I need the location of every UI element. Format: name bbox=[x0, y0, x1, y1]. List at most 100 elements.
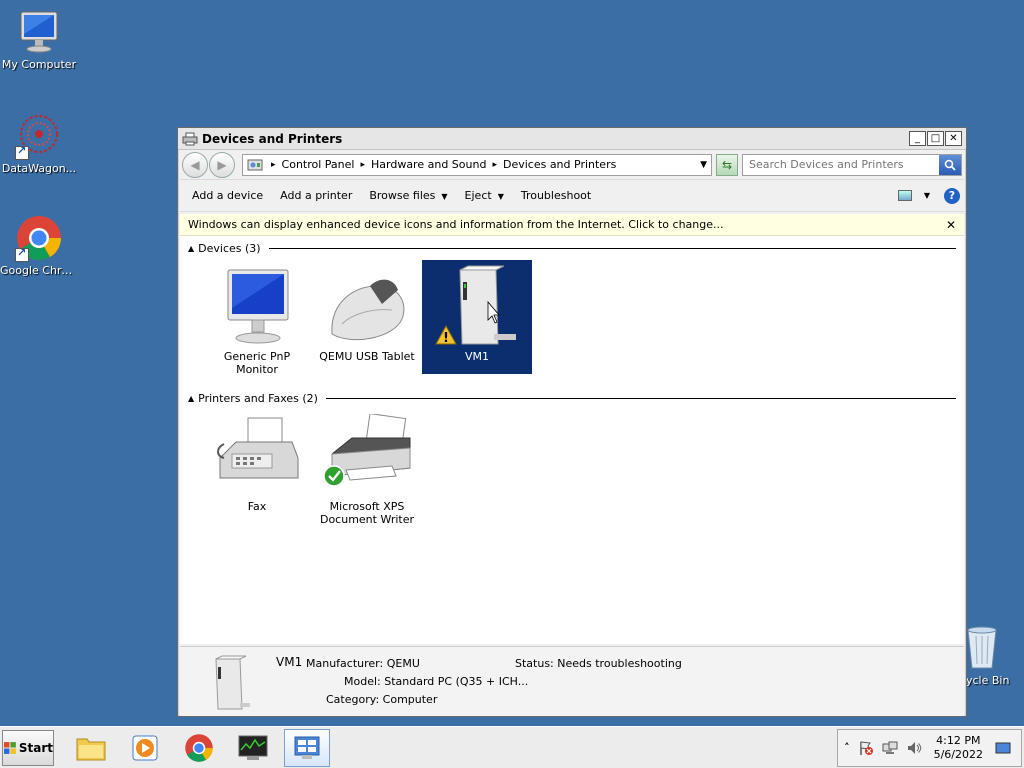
printer-item-microsoft-xps-document-writer[interactable]: Microsoft XPS Document Writer bbox=[312, 410, 422, 526]
group-header-printers-and-faxes[interactable]: ▲ Printers and Faxes (2) bbox=[180, 386, 964, 410]
show-desktop-icon[interactable] bbox=[995, 740, 1011, 756]
breadcrumb-separator-icon[interactable]: ▸ bbox=[360, 160, 365, 170]
detail-model: Model: Standard PC (Q35 + ICH... bbox=[344, 675, 528, 688]
detail-status: Status: Needs troubleshooting bbox=[515, 657, 682, 670]
maximize-button[interactable]: □ bbox=[927, 131, 944, 146]
shortcut-arrow-icon bbox=[15, 246, 29, 262]
computer-tower-icon: ! bbox=[432, 264, 522, 348]
group-header-devices[interactable]: ▲ Devices (3) bbox=[180, 236, 964, 260]
detail-label: Category: bbox=[326, 693, 380, 706]
eject-label: Eject bbox=[464, 189, 492, 202]
desktop-icon-my-computer[interactable]: My Computer bbox=[0, 8, 78, 71]
printer-item-fax[interactable]: Fax bbox=[202, 410, 312, 524]
desktop-icon-label: My Computer bbox=[1, 58, 77, 71]
eject-button[interactable]: Eject ▼ bbox=[457, 185, 512, 206]
breadcrumb-control-panel[interactable]: Control Panel bbox=[282, 158, 355, 171]
change-view-icon[interactable] bbox=[897, 190, 912, 201]
search-box[interactable] bbox=[742, 153, 962, 176]
refresh-button[interactable]: ⇆ bbox=[716, 153, 738, 176]
collapse-caret-icon: ▲ bbox=[188, 243, 195, 253]
desktop-icon-datawagon[interactable]: DataWagon... bbox=[0, 112, 78, 175]
detail-value: Needs troubleshooting bbox=[557, 657, 682, 670]
back-arrow-icon: ◀ bbox=[190, 157, 200, 172]
group-divider bbox=[268, 247, 956, 249]
media-player-icon bbox=[132, 735, 158, 760]
my-computer-icon bbox=[15, 8, 63, 56]
taskbar-media-player-button[interactable] bbox=[122, 729, 168, 767]
device-label: Generic PnP Monitor bbox=[223, 350, 291, 376]
chevron-down-icon: ▼ bbox=[441, 192, 448, 201]
search-input[interactable] bbox=[743, 158, 939, 171]
printers-list: Fax Microsoft XPS Document Writer bbox=[180, 410, 964, 536]
breadcrumb-hardware-and-sound[interactable]: Hardware and Sound bbox=[371, 158, 486, 171]
group-title: Printers and Faxes (2) bbox=[198, 391, 318, 405]
detail-value: Computer bbox=[382, 693, 438, 706]
taskbar-devices-and-printers-button[interactable] bbox=[284, 728, 330, 767]
breadcrumb-separator-icon[interactable]: ▸ bbox=[492, 160, 497, 170]
title-bar[interactable]: Devices and Printers _ □ ✕ bbox=[178, 128, 966, 150]
back-button[interactable]: ◀ bbox=[182, 151, 208, 178]
search-button[interactable] bbox=[939, 154, 961, 175]
close-button[interactable]: ✕ bbox=[945, 131, 962, 146]
taskbar: Start ˄ 4:12 PM 5/6/2022 bbox=[0, 726, 1024, 768]
printer-label: Fax bbox=[247, 500, 267, 513]
fax-icon bbox=[212, 414, 302, 498]
printer-label: Microsoft XPS Document Writer bbox=[319, 500, 415, 526]
detail-manufacturer: Manufacturer: QEMU bbox=[306, 657, 420, 670]
datawagon-icon bbox=[15, 112, 63, 160]
taskbar-explorer-button[interactable] bbox=[68, 729, 114, 767]
device-item-vm1[interactable]: ! VM1 bbox=[422, 260, 532, 374]
device-item-qemu-usb-tablet[interactable]: QEMU USB Tablet bbox=[312, 260, 422, 374]
desktop-icon-google-chrome[interactable]: Google Chrome bbox=[0, 214, 78, 277]
clock-time: 4:12 PM bbox=[936, 733, 981, 747]
taskbar-chrome-button[interactable] bbox=[176, 729, 222, 767]
detail-value: Standard PC (Q35 + ICH... bbox=[384, 675, 529, 688]
close-icon: ✕ bbox=[949, 132, 958, 144]
refresh-icon: ⇆ bbox=[721, 157, 733, 172]
information-bar[interactable]: Windows can display enhanced device icon… bbox=[180, 214, 964, 236]
minimize-icon: _ bbox=[915, 132, 920, 144]
browse-files-label: Browse files bbox=[369, 189, 436, 202]
start-button[interactable]: Start bbox=[2, 729, 54, 766]
clock-date: 5/6/2022 bbox=[933, 747, 983, 761]
add-printer-button[interactable]: Add a printer bbox=[272, 185, 360, 206]
devices-list: Generic PnP Monitor QEMU USB Tablet ! VM… bbox=[180, 260, 964, 386]
detail-value: QEMU bbox=[386, 657, 420, 670]
details-pane: VM1 Manufacturer: QEMU Model: Standard P… bbox=[180, 646, 964, 716]
maximize-icon: □ bbox=[930, 132, 941, 144]
breadcrumb-devices-and-printers[interactable]: Devices and Printers bbox=[503, 158, 616, 171]
infobar-close-icon[interactable]: ✕ bbox=[946, 218, 956, 232]
action-center-flag-icon[interactable] bbox=[858, 740, 874, 756]
monitor-icon bbox=[212, 264, 302, 348]
group-divider bbox=[325, 397, 956, 399]
printer-window-icon bbox=[182, 132, 198, 145]
clock[interactable]: 4:12 PM 5/6/2022 bbox=[934, 734, 983, 762]
windows-flag-icon bbox=[3, 741, 16, 754]
volume-icon[interactable] bbox=[906, 740, 922, 756]
detail-label: Model: bbox=[344, 675, 381, 688]
minimize-button[interactable]: _ bbox=[909, 131, 926, 146]
network-icon[interactable] bbox=[882, 740, 898, 756]
help-button[interactable]: ? bbox=[944, 187, 960, 204]
system-tray: ˄ 4:12 PM 5/6/2022 bbox=[837, 728, 1022, 767]
control-panel-icon bbox=[247, 159, 263, 170]
start-label: Start bbox=[18, 740, 53, 755]
shortcut-arrow-icon bbox=[15, 144, 29, 160]
computer-tower-icon bbox=[208, 655, 252, 711]
chrome-icon bbox=[15, 214, 63, 262]
browse-files-button[interactable]: Browse files ▼ bbox=[361, 185, 455, 206]
more-views-chevron-icon[interactable]: ▼ bbox=[924, 191, 930, 200]
device-label: VM1 bbox=[464, 350, 489, 363]
taskbar-task-manager-button[interactable] bbox=[230, 729, 276, 767]
address-bar[interactable]: ▸ Control Panel ▸ Hardware and Sound ▸ D… bbox=[242, 153, 712, 176]
forward-arrow-icon: ▶ bbox=[217, 157, 227, 172]
add-device-button[interactable]: Add a device bbox=[184, 185, 271, 206]
chrome-icon bbox=[185, 733, 213, 762]
show-hidden-icons-button[interactable]: ˄ bbox=[844, 741, 850, 754]
forward-button[interactable]: ▶ bbox=[209, 151, 235, 178]
address-history-dropdown-icon[interactable]: ▼ bbox=[700, 160, 707, 170]
detail-label: Manufacturer: bbox=[306, 657, 384, 670]
device-item-generic-pnp-monitor[interactable]: Generic PnP Monitor bbox=[202, 260, 312, 376]
troubleshoot-button[interactable]: Troubleshoot bbox=[513, 185, 599, 206]
detail-category: Category: Computer bbox=[326, 693, 437, 706]
